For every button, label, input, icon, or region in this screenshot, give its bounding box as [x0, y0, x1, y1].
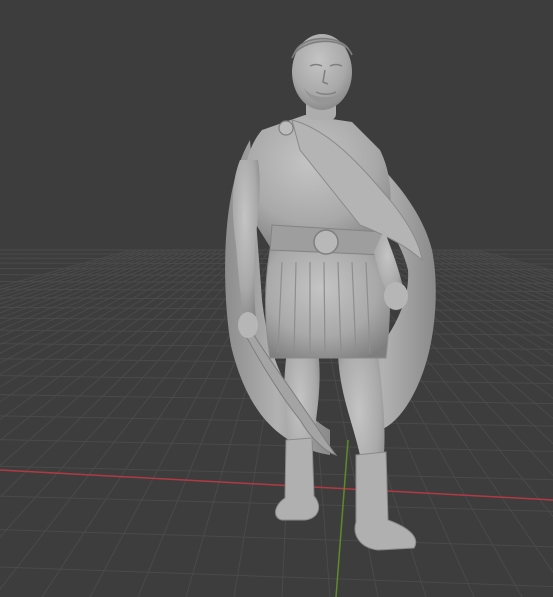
grid-line — [0, 249, 224, 388]
viewport-canvas[interactable] — [0, 0, 553, 597]
grid-line — [0, 249, 172, 314]
belt-buckle — [313, 229, 339, 255]
left-hand — [238, 312, 258, 338]
grid-line — [0, 566, 553, 588]
grid-line — [0, 249, 212, 364]
tunic-skirt — [265, 249, 391, 359]
grid-line — [0, 249, 264, 591]
grid-line — [0, 529, 553, 548]
grid-line — [0, 249, 218, 375]
grid-line — [0, 465, 553, 481]
x-axis-line — [0, 469, 553, 501]
grid-line — [0, 249, 160, 305]
cloak-brooch — [278, 120, 294, 136]
grid-line — [0, 439, 553, 452]
right-boot — [354, 451, 417, 551]
y-axis-line — [335, 439, 349, 597]
3d-viewport[interactable] — [0, 0, 553, 597]
left-boot — [275, 437, 320, 521]
grid-line — [0, 249, 241, 441]
right-hand — [384, 282, 408, 310]
grid-line — [0, 249, 166, 309]
